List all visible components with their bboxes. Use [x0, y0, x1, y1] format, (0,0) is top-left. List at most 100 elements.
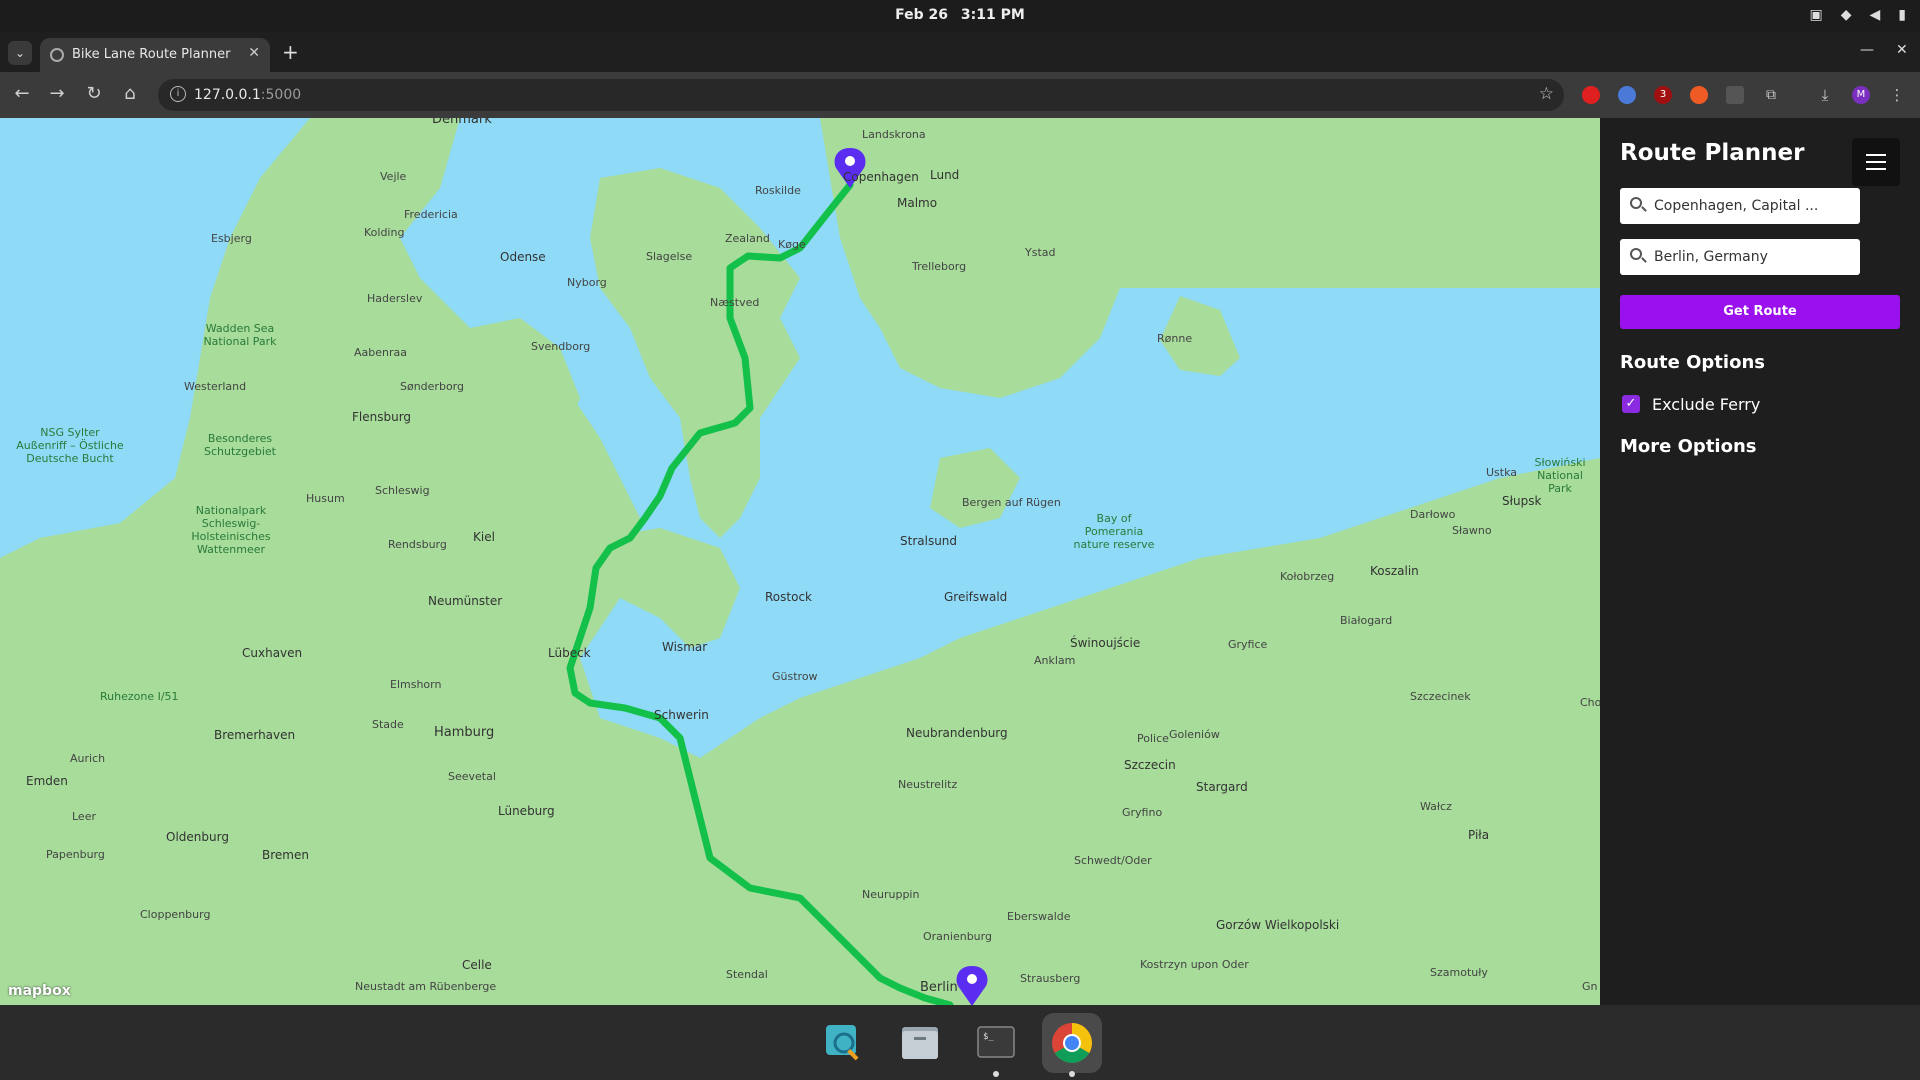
- back-button[interactable]: ←: [10, 83, 34, 104]
- orange-extension-icon[interactable]: [1690, 86, 1708, 104]
- minimize-button[interactable]: —: [1860, 42, 1874, 58]
- map-label: Besonderes Schutzgebiet: [204, 432, 276, 458]
- url-text: 127.0.0.1:5000: [194, 87, 301, 103]
- gray-extension-icon[interactable]: [1726, 86, 1744, 104]
- map-label: Vejle: [380, 170, 407, 183]
- map-label: Slagelse: [646, 250, 693, 263]
- map-label: Esbjerg: [211, 232, 252, 245]
- search-icon: [1630, 248, 1642, 260]
- map-label: Wadden Sea National Park: [203, 322, 277, 348]
- system-tray[interactable]: ▣ ◆ ◀ ▮: [1809, 7, 1906, 23]
- taskbar-dock: $_: [0, 1005, 1920, 1080]
- map-label: Elmshorn: [390, 678, 442, 691]
- map-label: Rostock: [765, 590, 812, 604]
- origin-input[interactable]: [1654, 188, 1854, 224]
- close-tab-icon[interactable]: ✕: [248, 45, 260, 61]
- reload-button[interactable]: ↻: [82, 83, 106, 104]
- download-icon[interactable]: ⤓: [1816, 86, 1834, 104]
- map-label: Koszalin: [1370, 564, 1419, 578]
- map-label: Lüneburg: [498, 804, 555, 818]
- map-label: Seevetal: [448, 770, 496, 783]
- origin-search-field[interactable]: [1620, 188, 1860, 224]
- browser-menu-icon[interactable]: ⋮: [1888, 86, 1906, 104]
- tab-title: Bike Lane Route Planner: [72, 47, 231, 62]
- map-label: Aurich: [70, 752, 106, 765]
- profile-avatar[interactable]: M: [1852, 86, 1870, 104]
- map-label: Denmark: [432, 118, 492, 127]
- map-canvas: [0, 118, 1600, 1005]
- exclude-ferry-label[interactable]: Exclude Ferry: [1652, 395, 1760, 414]
- map-label: Neustrelitz: [898, 778, 958, 791]
- map-label: Neuruppin: [862, 888, 920, 901]
- map-label: Szczecinek: [1410, 690, 1471, 703]
- home-button[interactable]: ⌂: [118, 83, 142, 104]
- map-label: Roskilde: [755, 184, 801, 197]
- map-label: Rønne: [1157, 332, 1193, 345]
- mapbox-logo[interactable]: mapbox: [8, 983, 71, 999]
- map-label: Trelleborg: [912, 260, 967, 273]
- hamburger-menu-icon[interactable]: [1852, 138, 1900, 186]
- map-label: Bremen: [262, 848, 309, 862]
- route-planner-panel: Route Planner Get Route Route Options ✓ …: [1600, 118, 1920, 1005]
- map-label: Strausberg: [1020, 972, 1081, 985]
- image-viewer-icon[interactable]: [814, 1013, 874, 1073]
- map-label: Kostrzyn upon Oder: [1140, 958, 1249, 971]
- destination-search-field[interactable]: [1620, 239, 1860, 275]
- map-label: Schwerin: [654, 708, 709, 722]
- map-label: Stargard: [1196, 780, 1248, 794]
- bookmark-star-icon[interactable]: ☆: [1539, 84, 1554, 104]
- map-label: Świnoujście: [1070, 636, 1141, 650]
- map-label: Anklam: [1034, 654, 1076, 667]
- clock-date: Feb 26: [895, 7, 949, 23]
- map-label: Schleswig: [375, 484, 430, 497]
- map-label: Darłowo: [1410, 508, 1456, 521]
- map-label: Bremerhaven: [214, 728, 296, 742]
- chrome-icon[interactable]: [1042, 1013, 1102, 1077]
- battery-icon[interactable]: ▮: [1898, 7, 1906, 23]
- map-label: Haderslev: [367, 292, 423, 305]
- extensions-puzzle-icon[interactable]: ⧉: [1762, 86, 1780, 104]
- terminal-icon[interactable]: $_: [966, 1013, 1026, 1077]
- running-indicator: [1069, 1071, 1075, 1077]
- more-options-title[interactable]: More Options: [1620, 436, 1757, 457]
- ublock-extension-icon[interactable]: 3: [1654, 86, 1672, 104]
- running-indicator: [993, 1071, 999, 1077]
- map-label: Lübeck: [548, 646, 591, 660]
- system-clock[interactable]: Feb 26 3:11 PM: [0, 7, 1920, 23]
- forward-button[interactable]: →: [45, 83, 69, 104]
- map-label: Aabenraa: [354, 346, 407, 359]
- map-label: Rendsburg: [388, 538, 447, 551]
- browser-toolbar: ← → ↻ ⌂ i 127.0.0.1:5000 ☆ 3 ⧉ ⤓ M ⋮: [0, 72, 1920, 118]
- screen-share-icon[interactable]: ▣: [1809, 7, 1822, 23]
- address-bar[interactable]: i 127.0.0.1:5000 ☆: [158, 79, 1564, 111]
- map-label: Svendborg: [531, 340, 591, 353]
- url-host: 127.0.0.1: [194, 87, 261, 103]
- map-label: Słupsk: [1502, 494, 1542, 508]
- wifi-icon[interactable]: ◆: [1841, 7, 1852, 23]
- browser-tab[interactable]: Bike Lane Route Planner ✕: [40, 38, 270, 72]
- map-label: Stralsund: [900, 534, 958, 548]
- files-icon[interactable]: [890, 1013, 950, 1073]
- blue-extension-icon[interactable]: [1618, 86, 1636, 104]
- map-label: Lund: [930, 168, 960, 182]
- map-label: Landskrona: [862, 128, 926, 141]
- exclude-ferry-checkbox[interactable]: ✓: [1622, 395, 1640, 413]
- close-window-button[interactable]: ✕: [1896, 42, 1908, 58]
- get-route-button[interactable]: Get Route: [1620, 295, 1900, 329]
- site-info-icon[interactable]: i: [170, 86, 186, 102]
- search-icon: [1630, 197, 1642, 209]
- destination-input[interactable]: [1654, 239, 1854, 275]
- browser-tab-strip: ⌄ Bike Lane Route Planner ✕ + — ✕: [0, 32, 1920, 72]
- map-label: Neustadt am Rübenberge: [355, 980, 497, 993]
- map-label: Husum: [306, 492, 345, 505]
- red-extension-icon[interactable]: [1582, 86, 1600, 104]
- map-label: Celle: [462, 958, 492, 972]
- map-label: Copenhagen: [843, 170, 919, 184]
- new-tab-button[interactable]: +: [282, 40, 299, 64]
- volume-icon[interactable]: ◀: [1870, 7, 1881, 23]
- tab-search-button[interactable]: ⌄: [8, 41, 32, 65]
- map-label: Szamotuły: [1430, 966, 1488, 979]
- route-map[interactable]: Denmark Copenhagen Malmo Lund Landskrona…: [0, 118, 1600, 1005]
- map-label: Neumünster: [428, 594, 503, 608]
- map-label: Odense: [500, 250, 546, 264]
